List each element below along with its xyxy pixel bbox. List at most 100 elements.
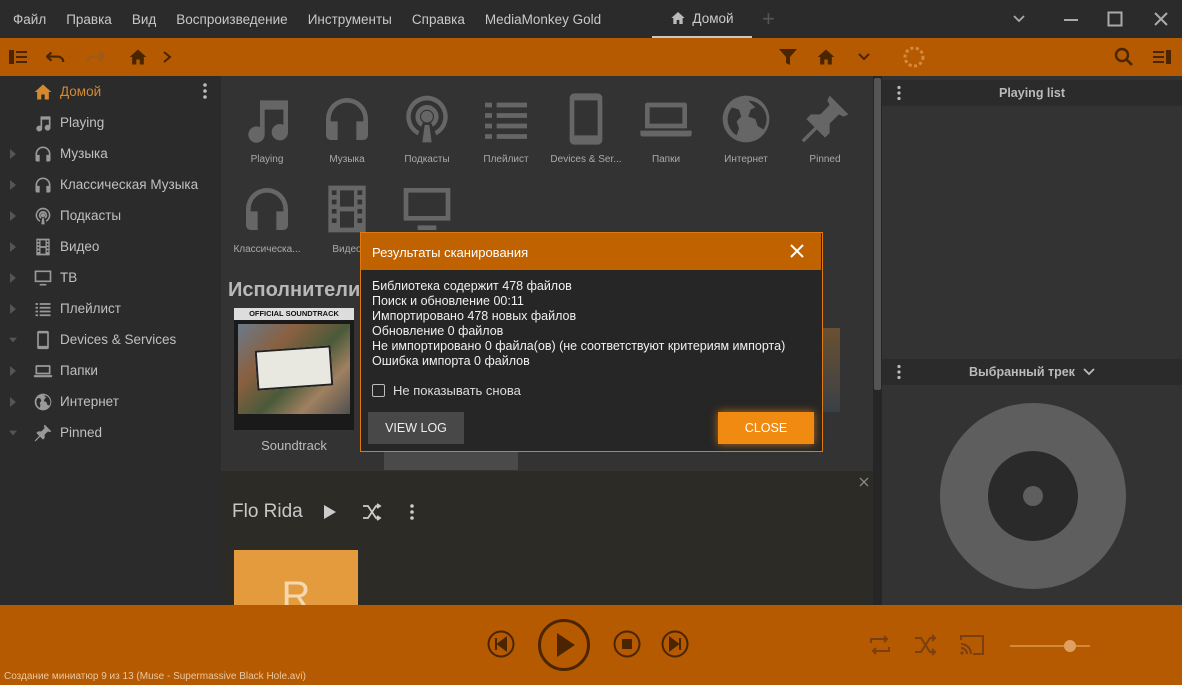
album-tile-partial[interactable] (384, 452, 518, 470)
maximize-button[interactable] (1105, 9, 1125, 29)
playing-list-header: Playing list (882, 80, 1182, 106)
expand-arrow-icon[interactable] (9, 303, 17, 314)
shuffle-icon[interactable] (913, 633, 939, 657)
selected-track-title: Выбранный трек (969, 365, 1075, 379)
home-icon[interactable] (128, 47, 148, 67)
minimize-button[interactable] (1061, 9, 1081, 29)
expand-arrow-icon[interactable] (9, 272, 17, 283)
tile-devices[interactable]: Devices & Ser... (546, 84, 626, 165)
sidebar-item-podcasts[interactable]: Подкасты (0, 200, 221, 231)
sidebar-item-label: Видео (60, 239, 100, 254)
tile-label: Подкасты (404, 154, 450, 165)
artist-thumbnail[interactable]: R (234, 550, 358, 605)
expanded-arrow-icon[interactable] (9, 428, 17, 438)
repeat-icon[interactable] (867, 633, 893, 657)
scrollbar-thumb[interactable] (874, 78, 881, 390)
close-button[interactable]: CLOSE (718, 412, 814, 444)
album-cover-banner: OFFICIAL SOUNDTRACK (234, 308, 354, 320)
chevron-down-icon[interactable] (1082, 366, 1096, 378)
expand-arrow-icon[interactable] (9, 365, 17, 376)
laptop-icon (32, 360, 54, 382)
chevron-down-icon[interactable] (1009, 9, 1029, 29)
chevron-down-icon[interactable] (854, 47, 874, 67)
dont-show-again-option[interactable]: Не показывать снова (372, 383, 521, 398)
expand-arrow-icon[interactable] (9, 148, 17, 159)
more-options-icon[interactable] (409, 503, 415, 521)
tile-label: Pinned (809, 154, 841, 165)
sidebar-item-devices[interactable]: Devices & Services (0, 324, 221, 355)
play-button[interactable] (537, 618, 591, 672)
tile-playlist[interactable]: Плейлист (466, 84, 546, 165)
sidebar-item-video[interactable]: Видео (0, 231, 221, 262)
menu-gold[interactable]: MediaMonkey Gold (475, 12, 611, 27)
pin-icon (785, 84, 865, 154)
headphones-icon (32, 143, 54, 165)
sidebar-item-classical[interactable]: Классическая Музыка (0, 169, 221, 200)
sidebar-item-home[interactable]: Домой (0, 76, 221, 107)
next-track-button[interactable] (661, 630, 689, 658)
volume-slider[interactable] (1010, 645, 1090, 647)
dont-show-again-checkbox[interactable] (372, 384, 385, 397)
menu-edit[interactable]: Правка (56, 12, 122, 27)
sidebar-item-music[interactable]: Музыка (0, 138, 221, 169)
tile-podcasts[interactable]: Подкасты (387, 84, 467, 165)
sidebar-item-playlist[interactable]: Плейлист (0, 293, 221, 324)
dialog-line: Обновление 0 файлов (372, 324, 504, 338)
window-close-button[interactable] (1151, 9, 1171, 29)
selected-track-header: Выбранный трек (882, 359, 1182, 385)
cast-icon[interactable] (958, 633, 986, 657)
view-log-button[interactable]: VIEW LOG (368, 412, 464, 444)
chevron-right-icon[interactable] (157, 47, 177, 67)
sidebar-toggle-icon[interactable] (8, 47, 28, 67)
sidebar-item-playing[interactable]: Playing (0, 107, 221, 138)
tv-icon (32, 267, 54, 289)
menu-file[interactable]: Файл (0, 12, 56, 27)
shuffle-icon[interactable] (362, 503, 382, 521)
artist-panel: Flo Rida R (221, 471, 873, 605)
album-label[interactable]: Soundtrack (234, 438, 354, 453)
menu-tools[interactable]: Инструменты (298, 12, 402, 27)
undo-icon[interactable] (46, 47, 66, 67)
tab-home[interactable]: Домой (652, 0, 752, 38)
album-cover[interactable]: OFFICIAL SOUNDTRACK (234, 308, 354, 430)
redo-icon[interactable] (85, 47, 105, 67)
artist-initial: R (281, 574, 311, 605)
headphones-icon (227, 174, 307, 244)
tile-internet[interactable]: Интернет (706, 84, 786, 165)
dialog-line: Поиск и обновление 00:11 (372, 294, 524, 308)
close-icon[interactable] (859, 475, 869, 487)
expanded-arrow-icon[interactable] (9, 335, 17, 345)
layout-toggle-icon[interactable] (1152, 47, 1172, 67)
tile-playing[interactable]: Playing (227, 84, 307, 165)
close-icon[interactable] (789, 243, 807, 261)
globe-icon (32, 391, 54, 413)
new-tab-button[interactable]: + (762, 8, 775, 30)
expand-arrow-icon[interactable] (9, 396, 17, 407)
menu-playback[interactable]: Воспроизведение (166, 12, 297, 27)
menu-help[interactable]: Справка (402, 12, 475, 27)
main-scrollbar[interactable] (873, 76, 882, 605)
sidebar-item-folders[interactable]: Папки (0, 355, 221, 386)
sidebar-item-internet[interactable]: Интернет (0, 386, 221, 417)
search-icon[interactable] (1114, 47, 1134, 67)
tile-pinned[interactable]: Pinned (785, 84, 865, 165)
tile-classical[interactable]: Классическа... (227, 174, 307, 255)
menu-view[interactable]: Вид (122, 12, 166, 27)
artist-name[interactable]: Flo Rida (232, 501, 303, 523)
home-icon[interactable] (816, 47, 836, 67)
tile-folders[interactable]: Папки (626, 84, 706, 165)
volume-slider-thumb[interactable] (1064, 640, 1076, 652)
expand-arrow-icon[interactable] (9, 241, 17, 252)
sidebar-item-tv[interactable]: ТВ (0, 262, 221, 293)
play-icon[interactable] (323, 504, 337, 520)
expand-arrow-icon[interactable] (9, 179, 17, 190)
tile-music[interactable]: Музыка (307, 84, 387, 165)
sidebar-item-pinned[interactable]: Pinned (0, 417, 221, 448)
previous-track-button[interactable] (487, 630, 515, 658)
sidebar-item-label: ТВ (60, 270, 78, 285)
filter-icon[interactable] (778, 47, 798, 67)
sidebar-item-label: Интернет (60, 394, 119, 409)
expand-arrow-icon[interactable] (9, 210, 17, 221)
stop-button[interactable] (613, 630, 641, 658)
sidebar-item-label: Домой (60, 84, 102, 99)
